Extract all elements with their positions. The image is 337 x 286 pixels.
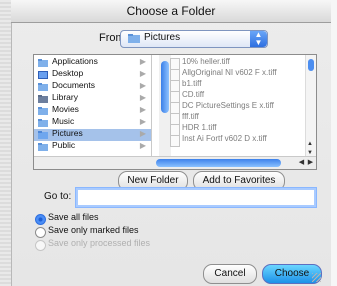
list-item-label: b1.tiff [182,79,202,88]
pictures-folder-icon [38,131,48,139]
sidebar-item-public[interactable]: Public ▶ [34,140,151,153]
chevron-right-icon: ▶ [139,105,146,114]
from-popup[interactable]: Pictures ▲ ▼ [120,30,268,48]
list-item-label: Inst Ai Fortf v602 D x.tiff [182,134,267,143]
sidebar-item-label: Public [52,140,76,150]
sidebar-item-label: Applications [52,56,98,66]
sidebar-item-label: Documents [52,80,95,90]
sidebar-column: Applications ▶ Desktop ▶ Documents ▶ Lib… [34,55,152,157]
file-list-scrollbar[interactable]: ▲ ▼ [305,55,316,157]
horizontal-scroll-thumb[interactable] [156,159,281,167]
file-list-column: 10% heller.tiff AllgOriginal NI v602 F x… [152,55,316,157]
resize-grip-icon[interactable] [312,273,321,282]
chevron-updown-icon: ▲ ▼ [250,31,267,47]
chevron-right-icon: ▶ [139,93,146,102]
radio-save-all-files[interactable]: Save all files [35,212,235,225]
sidebar-item-label: Pictures [52,128,83,138]
dialog-title: Choose a Folder [126,4,216,18]
radio-button[interactable] [35,214,46,225]
goto-label: Go to: [44,191,72,202]
list-item[interactable]: Inst Ai Fortf v602 D x.tiff [170,134,294,147]
list-item-label: DC PictureSettings E x.tiff [182,101,274,110]
radio-label: Save only processed files [48,238,151,248]
music-folder-icon [38,119,48,127]
list-item-label: AllgOriginal NI v602 F x.tiff [182,68,277,77]
list-item-label: fff.tiff [182,112,199,121]
movies-folder-icon [38,107,48,115]
radio-save-processed-files: Save only processed files [35,238,235,251]
chevron-right-icon: ▶ [139,81,146,90]
file-list-scroll-thumb[interactable] [308,59,314,71]
scroll-right-arrow-icon[interactable]: ▶ [306,157,315,169]
sidebar-item-label: Music [52,116,75,126]
list-item[interactable]: AllgOriginal NI v602 F x.tiff [170,68,294,81]
documents-folder-icon [38,83,48,91]
list-item-label: CD.tiff [182,90,205,99]
desktop-folder-icon [38,71,48,79]
chevron-right-icon: ▶ [139,69,146,78]
scroll-left-arrow-icon[interactable]: ◀ [297,157,306,169]
public-folder-icon [38,143,48,151]
list-item-label: HDR 1.tiff [182,123,217,132]
cancel-button[interactable]: Cancel [203,264,257,284]
radio-label: Save all files [48,212,99,222]
chevron-right-icon: ▶ [139,129,146,138]
radio-button[interactable] [35,227,46,238]
from-popup-label: Pictures [144,32,181,43]
list-item[interactable]: 10% heller.tiff [170,57,294,70]
window-edge-right [331,0,337,286]
pictures-folder-icon [128,34,140,43]
radio-label: Save only marked files [48,225,139,235]
library-folder-icon [38,95,48,103]
radio-button [35,240,46,251]
list-item[interactable]: HDR 1.tiff [170,123,294,136]
title-bar[interactable]: Choose a Folder [11,0,331,23]
sidebar-item-label: Movies [52,104,79,114]
list-item[interactable]: fff.tiff [170,112,294,125]
file-browser: Applications ▶ Desktop ▶ Documents ▶ Lib… [33,54,317,170]
chevron-right-icon: ▶ [139,117,146,126]
horizontal-scrollbar[interactable]: ◀ ▶ [34,156,316,169]
tiff-file-icon [170,135,180,147]
dialog-frame: Choose a Folder From: Pictures ▲ ▼ Applic… [0,0,337,286]
goto-field[interactable] [75,187,317,208]
list-item[interactable]: CD.tiff [170,90,294,103]
window-edge-left [0,0,11,286]
chevron-right-icon: ▶ [139,141,146,150]
sidebar-item-label: Desktop [52,68,84,78]
list-item[interactable]: b1.tiff [170,79,294,92]
chevron-right-icon: ▶ [139,57,146,66]
applications-folder-icon [38,59,48,67]
list-item-label: 10% heller.tiff [182,57,230,66]
scroll-up-arrow-icon[interactable]: ▲ [307,141,313,147]
radio-save-marked-files[interactable]: Save only marked files [35,225,235,238]
list-item[interactable]: DC PictureSettings E x.tiff [170,101,294,114]
sidebar-item-label: Library [52,92,78,102]
